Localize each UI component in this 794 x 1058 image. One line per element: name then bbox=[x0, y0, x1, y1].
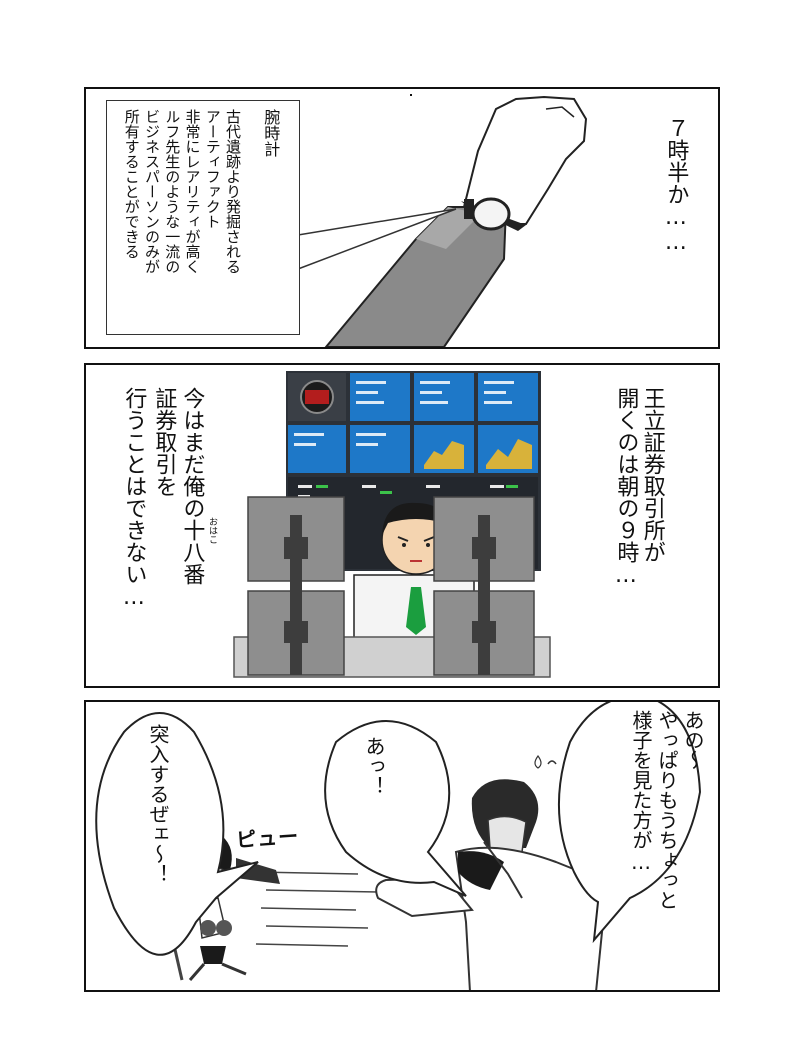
panel-3: あの〜 やっぱりもうちょっと 様子を見た方が… あっ！ 突入するぜェ〜！ ピュー bbox=[84, 700, 720, 992]
speech-bubble-left: 突入するぜェ〜！ bbox=[146, 724, 170, 884]
ruby-reading: おはこ bbox=[207, 517, 217, 544]
narration-line-1: 今はまだ俺の十八番 bbox=[179, 387, 205, 585]
stray-mark bbox=[410, 94, 412, 96]
note-title: 腕時計 bbox=[261, 109, 281, 157]
speech-bubble-right: あの〜 やっぱりもうちょっと 様子を見た方が… bbox=[629, 710, 705, 910]
panel-2: 王立証券取引所が 開くのは朝の９時… 今はまだ俺の十八番 おはこ 証券取引を 行… bbox=[84, 363, 720, 688]
manga-page: 腕時計 古代遺跡より発掘される アーティファクト 非常にレアリティが高く ルフ先… bbox=[0, 0, 794, 1058]
speech-bubble-middle: あっ！ bbox=[362, 736, 386, 796]
note-body: 古代遺跡より発掘される アーティファクト 非常にレアリティが高く ルフ先生のよう… bbox=[122, 109, 242, 274]
narration-time: ７時半か…… bbox=[663, 117, 689, 255]
panel-1: 腕時計 古代遺跡より発掘される アーティファクト 非常にレアリティが高く ルフ先… bbox=[84, 87, 720, 349]
sound-effect-whoosh: ピュー bbox=[235, 823, 300, 853]
characters-illustration bbox=[95, 702, 702, 990]
narration-line-3: 行うことはできない… bbox=[121, 387, 147, 610]
narration-exchange-opening: 王立証券取引所が 開くのは朝の９時… bbox=[613, 387, 665, 588]
narration-line-2: 証券取引を bbox=[151, 387, 177, 497]
